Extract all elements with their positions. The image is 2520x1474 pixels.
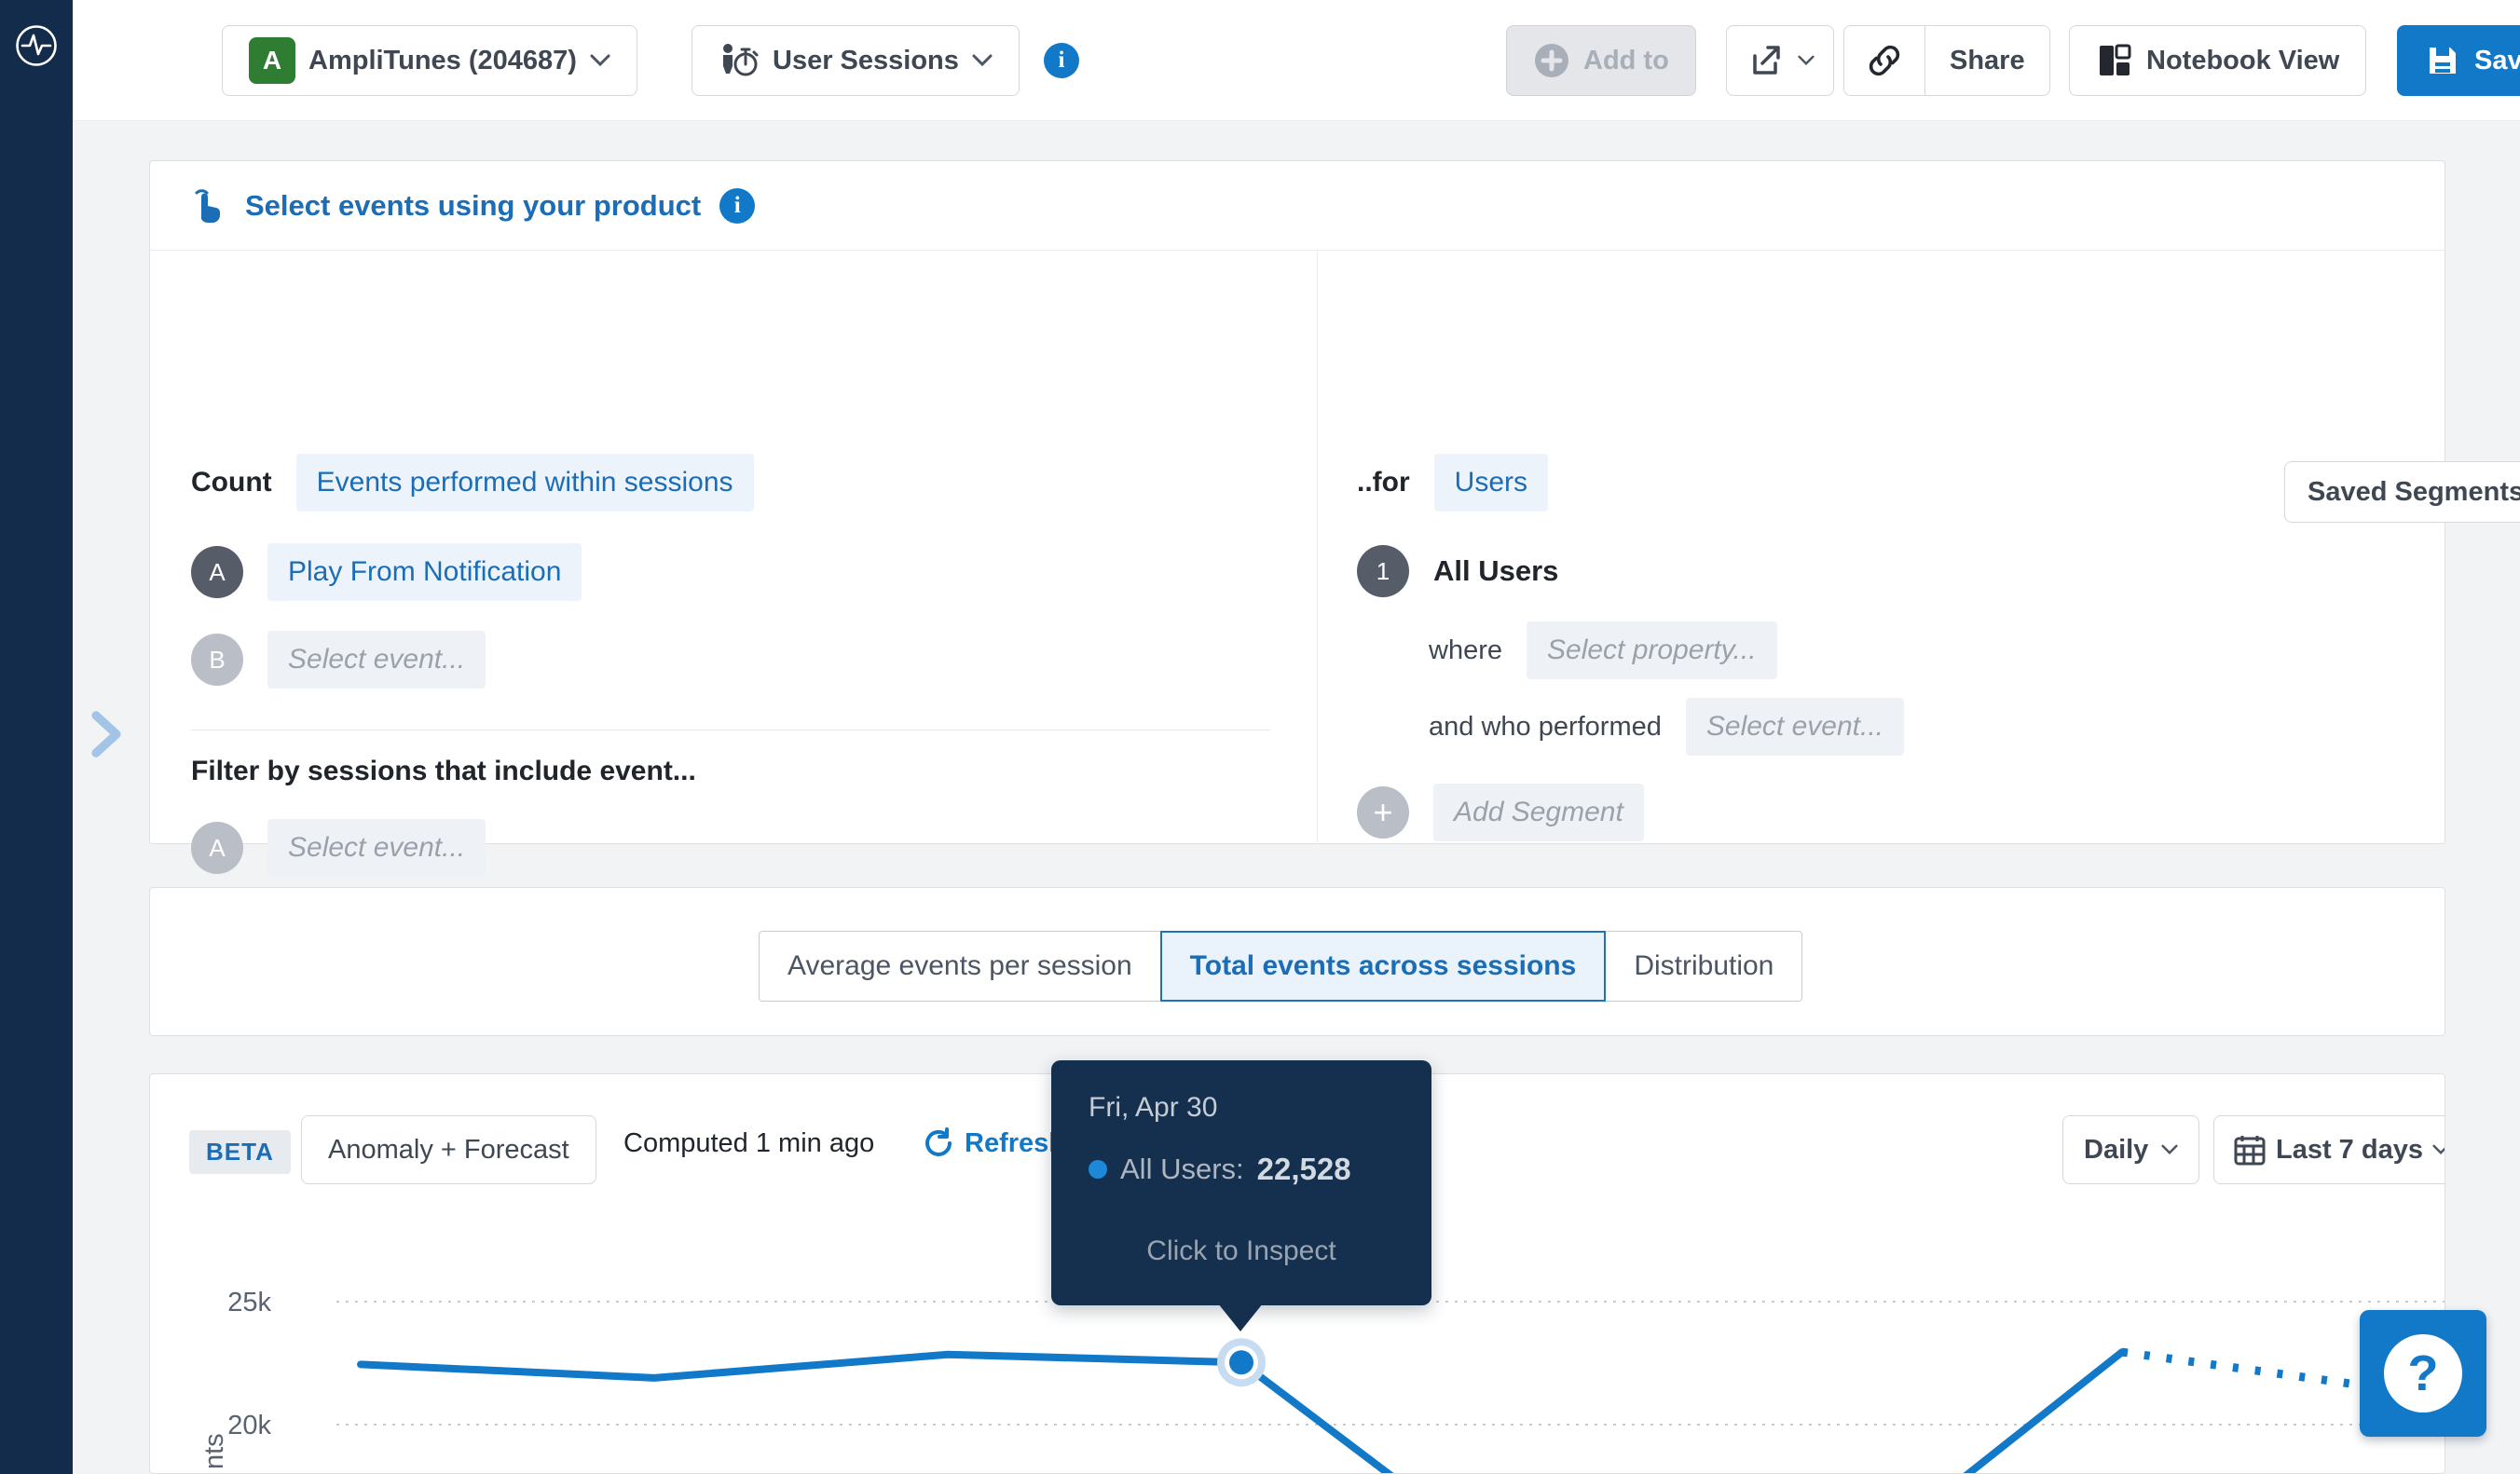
- project-name: AmpliTunes (204687): [308, 46, 577, 76]
- event-row-b: B Select event...: [191, 631, 486, 689]
- amplitude-logo-icon[interactable]: [15, 24, 58, 67]
- count-label: Count: [191, 467, 272, 498]
- segment-badge: 1: [1357, 545, 1409, 597]
- view-tabs: Average events per session Total events …: [759, 931, 1802, 1002]
- add-to-label: Add to: [1583, 46, 1669, 76]
- where-property-selector[interactable]: Select property...: [1527, 621, 1777, 679]
- builder-info-icon[interactable]: i: [719, 188, 755, 224]
- tooltip-series-name: All Users:: [1120, 1153, 1244, 1186]
- performed-label: and who performed: [1429, 712, 1662, 743]
- saved-segments-label: Saved Segments: [2308, 477, 2520, 508]
- ytick-20k: 20k: [227, 1411, 271, 1440]
- for-users-selector[interactable]: Users: [1434, 454, 1548, 512]
- question-mark-icon: ?: [2384, 1334, 2462, 1413]
- series-color-dot: [1089, 1160, 1107, 1179]
- share-button-group: Share: [1843, 25, 2050, 96]
- ytick-25k: 25k: [227, 1288, 271, 1317]
- left-nav-rail[interactable]: [0, 0, 73, 1474]
- view-tabs-card: Average events per session Total events …: [149, 887, 2445, 1036]
- add-to-button[interactable]: Add to: [1506, 25, 1696, 96]
- amplitude-app: A AmpliTunes (204687) User Sessions i Ad…: [0, 0, 2520, 1474]
- builder-title[interactable]: Select events using your product: [245, 189, 701, 223]
- chart-type-selector[interactable]: User Sessions: [692, 25, 1020, 96]
- chart-info-icon[interactable]: i: [1044, 43, 1079, 78]
- plus-circle-icon: [1533, 42, 1570, 79]
- where-row: where Select property...: [1429, 621, 1777, 679]
- share-button[interactable]: Share: [1925, 26, 2049, 95]
- builder-header: Select events using your product i: [150, 161, 2445, 251]
- where-label: where: [1429, 635, 1502, 666]
- chart-type-label: User Sessions: [773, 46, 959, 76]
- count-metric-selector[interactable]: Events performed within sessions: [296, 454, 754, 512]
- saved-segments-button[interactable]: Saved Segments: [2284, 461, 2520, 523]
- filter-sessions-title: Filter by sessions that include event...: [191, 756, 696, 787]
- expand-panel-chevron-icon[interactable]: [86, 710, 127, 758]
- project-badge: A: [249, 37, 295, 84]
- highlighted-point[interactable]: [1229, 1350, 1253, 1374]
- chevron-down-icon: [972, 54, 993, 67]
- event-badge-b: B: [191, 634, 243, 686]
- notebook-view-button[interactable]: Notebook View: [2069, 25, 2366, 96]
- filter-event-selector[interactable]: Select event...: [267, 819, 486, 877]
- tab-distribution[interactable]: Distribution: [1605, 931, 1802, 1002]
- for-label: ..for: [1357, 467, 1410, 498]
- tooltip-series-row: All Users: 22,528: [1089, 1152, 1394, 1187]
- filter-event-row: A Select event...: [191, 819, 486, 877]
- event-builder-card: Select events using your product i Count…: [149, 160, 2445, 844]
- builder-panel-divider: [1317, 251, 1318, 845]
- click-to-inspect[interactable]: Click to Inspect: [1089, 1235, 1394, 1267]
- tooltip-value: 22,528: [1257, 1152, 1351, 1187]
- export-icon: [1746, 41, 1785, 80]
- link-icon: [1865, 41, 1904, 80]
- chart-tooltip: Fri, Apr 30 All Users: 22,528 Click to I…: [1051, 1060, 1431, 1305]
- add-segment-row: + Add Segment: [1357, 784, 1644, 841]
- count-row: Count Events performed within sessions: [191, 454, 754, 512]
- save-icon: [2424, 42, 2461, 79]
- user-sessions-icon: [719, 40, 760, 81]
- y-axis-label: nts: [199, 1433, 229, 1469]
- event-selector-b[interactable]: Select event...: [267, 631, 486, 689]
- save-button[interactable]: Save: [2397, 25, 2520, 96]
- event-selector-a[interactable]: Play From Notification: [267, 543, 582, 601]
- top-toolbar: A AmpliTunes (204687) User Sessions i Ad…: [73, 0, 2520, 121]
- save-label: Save: [2474, 46, 2520, 76]
- for-row: ..for Users: [1357, 454, 1548, 512]
- filter-event-badge: A: [191, 822, 243, 874]
- event-badge-a: A: [191, 546, 243, 598]
- help-button[interactable]: ?: [2360, 1310, 2486, 1437]
- tooltip-date: Fri, Apr 30: [1089, 1092, 1394, 1124]
- segment-row: 1 All Users: [1357, 545, 1558, 597]
- chevron-down-icon: [590, 54, 610, 67]
- chevron-down-icon: [1798, 54, 1815, 67]
- event-row-a: A Play From Notification: [191, 543, 582, 601]
- segment-name[interactable]: All Users: [1433, 554, 1558, 588]
- project-selector[interactable]: A AmpliTunes (204687): [222, 25, 637, 96]
- export-button[interactable]: [1726, 25, 1834, 96]
- add-segment-button[interactable]: Add Segment: [1433, 784, 1644, 841]
- tab-total-events[interactable]: Total events across sessions: [1160, 931, 1607, 1002]
- add-segment-plus-icon[interactable]: +: [1357, 786, 1409, 839]
- performed-event-selector[interactable]: Select event...: [1686, 698, 1904, 756]
- share-label: Share: [1950, 46, 2025, 76]
- notebook-icon: [2096, 42, 2133, 79]
- hand-click-icon: [191, 187, 226, 225]
- notebook-view-label: Notebook View: [2146, 46, 2339, 76]
- performed-row: and who performed Select event...: [1429, 698, 1904, 756]
- tab-average-events[interactable]: Average events per session: [759, 931, 1161, 1002]
- copy-link-button[interactable]: [1844, 26, 1925, 95]
